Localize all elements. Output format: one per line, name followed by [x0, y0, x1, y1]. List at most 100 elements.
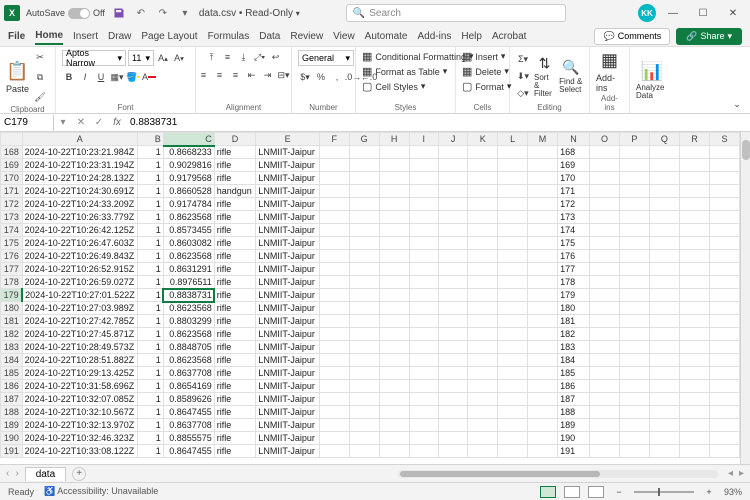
cell[interactable] — [379, 289, 409, 302]
cell[interactable] — [438, 289, 468, 302]
cell[interactable] — [589, 198, 619, 211]
cell[interactable] — [349, 302, 379, 315]
cell[interactable] — [527, 289, 557, 302]
cell[interactable]: LNMIIT-Jaipur — [256, 211, 319, 224]
column-header-C[interactable]: C — [163, 133, 214, 146]
cell[interactable] — [589, 146, 619, 159]
cell[interactable]: 1 — [137, 432, 163, 445]
cell[interactable] — [589, 289, 619, 302]
cell[interactable]: rifle — [214, 172, 256, 185]
cell[interactable] — [527, 380, 557, 393]
addins-button[interactable]: ▦ Add-ins — [596, 50, 623, 93]
cell[interactable] — [679, 419, 709, 432]
cell[interactable] — [620, 393, 650, 406]
cell[interactable]: 1 — [137, 367, 163, 380]
cell[interactable] — [709, 250, 739, 263]
row-header[interactable]: 180 — [1, 302, 23, 315]
cell[interactable]: rifle — [214, 198, 256, 211]
cell[interactable]: 1 — [137, 302, 163, 315]
cell[interactable]: 0.8623568 — [163, 211, 214, 224]
cell[interactable] — [468, 224, 498, 237]
cell[interactable] — [438, 263, 468, 276]
cell[interactable] — [438, 367, 468, 380]
bold-button[interactable]: B — [62, 70, 76, 84]
cell[interactable] — [620, 211, 650, 224]
cell[interactable] — [589, 315, 619, 328]
cell[interactable] — [527, 237, 557, 250]
row-header[interactable]: 173 — [1, 211, 23, 224]
cell[interactable] — [620, 224, 650, 237]
cell[interactable] — [589, 172, 619, 185]
cell[interactable] — [468, 380, 498, 393]
cell[interactable] — [319, 354, 349, 367]
toggle-off-icon[interactable] — [68, 8, 90, 19]
comma-button[interactable]: , — [330, 70, 344, 84]
cell[interactable]: 1 — [137, 172, 163, 185]
cell[interactable]: 0.8637708 — [163, 367, 214, 380]
qat-dropdown[interactable]: ▾ — [177, 5, 193, 21]
cell[interactable]: 0.8838731 — [163, 289, 214, 302]
cell[interactable]: rifle — [214, 302, 256, 315]
cell[interactable] — [409, 250, 438, 263]
decrease-indent-button[interactable]: ⇤ — [245, 68, 259, 82]
cell[interactable]: 0.8848705 — [163, 341, 214, 354]
cell[interactable] — [620, 432, 650, 445]
cell[interactable] — [649, 341, 679, 354]
fill-color-button[interactable]: 🪣 — [126, 70, 140, 84]
cell[interactable]: 182 — [558, 328, 590, 341]
cell[interactable]: 0.8668233 — [163, 146, 214, 159]
cell[interactable]: rifle — [214, 289, 256, 302]
cell[interactable] — [679, 198, 709, 211]
cell[interactable] — [349, 159, 379, 172]
cell[interactable] — [409, 211, 438, 224]
cell[interactable]: LNMIIT-Jaipur — [256, 341, 319, 354]
cell[interactable]: 172 — [558, 198, 590, 211]
cell[interactable] — [468, 146, 498, 159]
cell[interactable]: 187 — [558, 393, 590, 406]
cell[interactable]: LNMIIT-Jaipur — [256, 419, 319, 432]
cell[interactable] — [527, 172, 557, 185]
cell[interactable] — [589, 250, 619, 263]
cell[interactable] — [319, 445, 349, 458]
cell[interactable]: 178 — [558, 276, 590, 289]
cell[interactable]: 177 — [558, 263, 590, 276]
align-left-button[interactable]: ≡ — [197, 68, 211, 82]
row-header[interactable]: 168 — [1, 146, 23, 159]
cell[interactable] — [409, 159, 438, 172]
cell[interactable] — [438, 419, 468, 432]
worksheet-grid[interactable]: ABCDEFGHIJKLMNOPQRS1682024-10-22T10:23:2… — [0, 132, 750, 464]
cell[interactable]: rifle — [214, 328, 256, 341]
cell[interactable]: 0.8623568 — [163, 302, 214, 315]
cell[interactable]: 174 — [558, 224, 590, 237]
row-header[interactable]: 185 — [1, 367, 23, 380]
cell[interactable] — [319, 146, 349, 159]
cell[interactable] — [468, 237, 498, 250]
row-header[interactable]: 186 — [1, 380, 23, 393]
cell[interactable] — [438, 445, 468, 458]
cell[interactable] — [589, 263, 619, 276]
cell[interactable] — [379, 380, 409, 393]
zoom-out-button[interactable]: − — [612, 485, 626, 499]
cell[interactable] — [498, 302, 528, 315]
horizontal-scrollbar[interactable] — [398, 470, 718, 478]
cell[interactable] — [527, 198, 557, 211]
search-box[interactable]: 🔍 Search — [346, 4, 566, 22]
tab-help[interactable]: Help — [461, 29, 482, 44]
cell[interactable] — [589, 406, 619, 419]
cell[interactable]: LNMIIT-Jaipur — [256, 237, 319, 250]
cell[interactable] — [349, 380, 379, 393]
cell[interactable] — [679, 367, 709, 380]
cell[interactable]: 1 — [137, 354, 163, 367]
cell[interactable] — [349, 354, 379, 367]
cell[interactable]: 1 — [137, 198, 163, 211]
cell[interactable] — [620, 302, 650, 315]
cell[interactable] — [379, 341, 409, 354]
cell[interactable] — [620, 146, 650, 159]
cell[interactable] — [527, 263, 557, 276]
cell[interactable] — [589, 367, 619, 380]
cell[interactable] — [409, 367, 438, 380]
cell[interactable] — [349, 315, 379, 328]
cell[interactable]: 0.8631291 — [163, 263, 214, 276]
cell[interactable]: rifle — [214, 237, 256, 250]
cell[interactable] — [498, 341, 528, 354]
